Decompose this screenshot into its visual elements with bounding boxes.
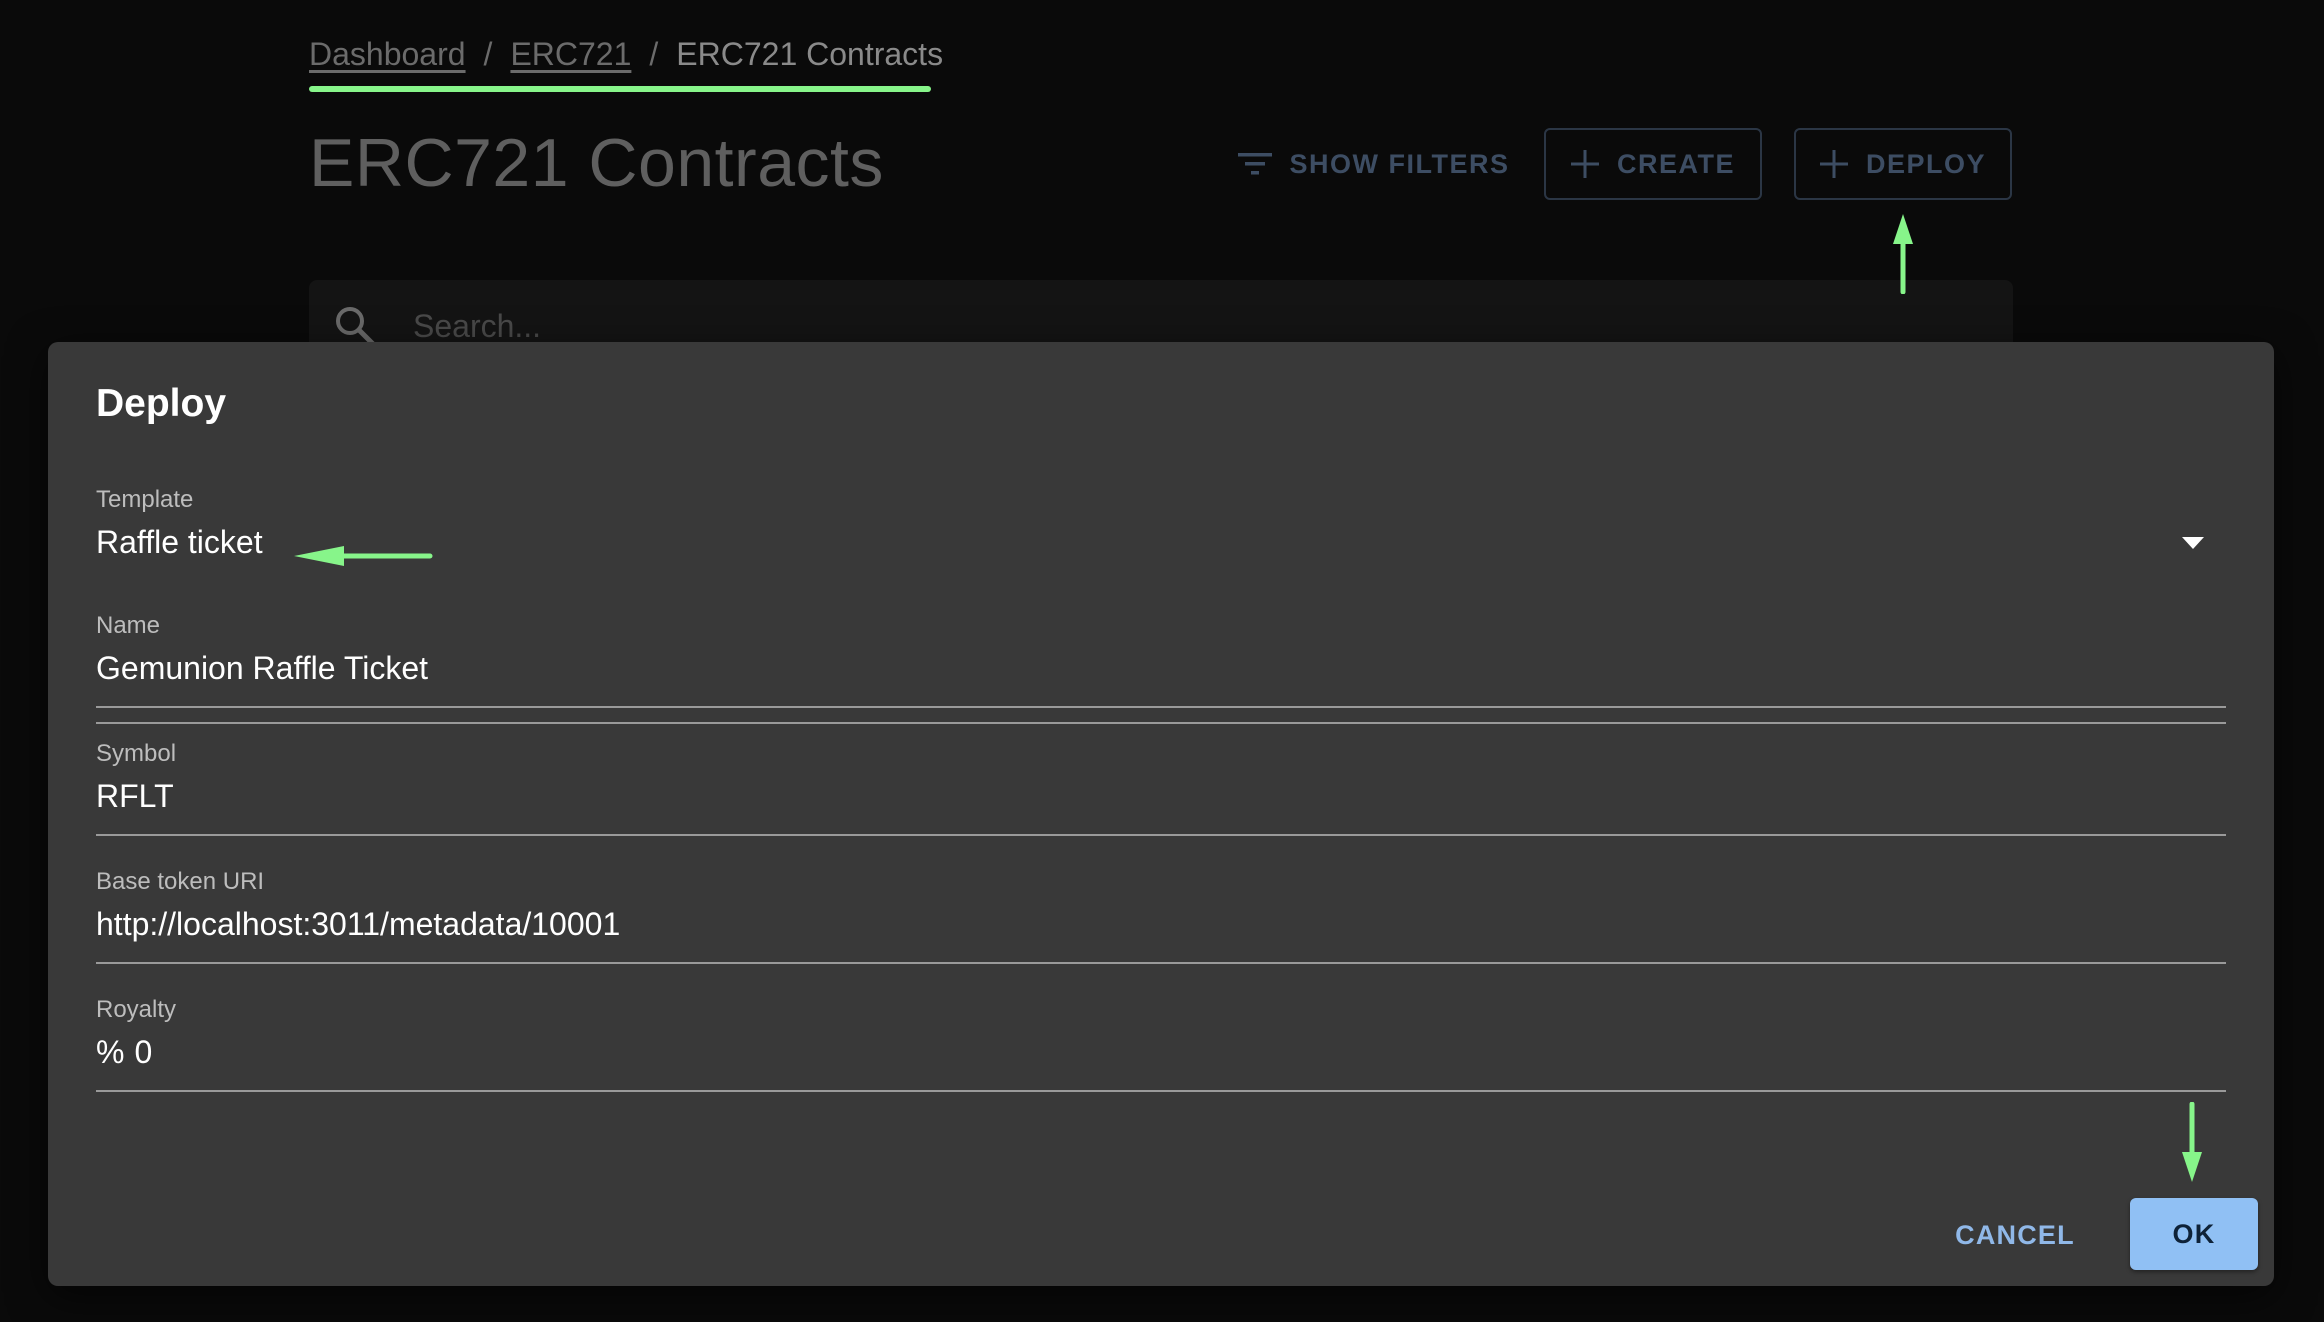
base-token-uri-value[interactable]: http://localhost:3011/metadata/10001 — [96, 906, 2136, 943]
plus-icon — [1570, 150, 1599, 178]
plus-icon — [1819, 150, 1848, 178]
field-underline — [96, 1090, 2226, 1092]
field-underline — [96, 706, 2226, 708]
royalty-percent-prefix: % — [96, 1034, 125, 1070]
field-underline — [96, 834, 2226, 836]
symbol-value[interactable]: RFLT — [96, 778, 2136, 815]
symbol-label: Symbol — [96, 740, 177, 767]
annotation-arrow-left-icon — [294, 546, 433, 566]
base-token-uri-label: Base token URI — [96, 868, 265, 895]
show-filters-button[interactable]: SHOW FILTERS — [1236, 128, 1511, 200]
annotation-arrow-down-icon — [2182, 1102, 2202, 1182]
deploy-button[interactable]: DEPLOY — [1794, 128, 2012, 200]
annotation-arrow-up-icon — [1893, 214, 1913, 294]
field-underline — [96, 962, 2226, 964]
royalty-label: Royalty — [96, 996, 177, 1023]
breadcrumb: Dashboard / ERC721 / ERC721 Contracts — [309, 36, 943, 73]
breadcrumb-highlight — [309, 86, 931, 92]
ok-button[interactable]: OK — [2130, 1198, 2258, 1270]
name-value[interactable]: Gemunion Raffle Ticket — [96, 650, 2136, 687]
deploy-label: DEPLOY — [1865, 148, 1987, 179]
create-button[interactable]: CREATE — [1544, 128, 1762, 200]
base-token-uri-field[interactable]: Base token URI http://localhost:3011/met… — [96, 868, 2226, 968]
template-label: Template — [96, 486, 194, 513]
name-field[interactable]: Name Gemunion Raffle Ticket — [96, 612, 2226, 712]
royalty-input[interactable]: % 0 — [96, 1034, 2136, 1071]
name-label: Name — [96, 612, 161, 639]
deploy-dialog: Deploy Template Raffle ticket Name Gemun… — [48, 342, 2274, 1286]
breadcrumb-separator: / — [483, 36, 493, 72]
dialog-title: Deploy — [96, 382, 227, 425]
breadcrumb-separator: / — [649, 36, 659, 72]
breadcrumb-dashboard-link[interactable]: Dashboard — [309, 36, 466, 73]
page-title: ERC721 Contracts — [309, 125, 884, 201]
royalty-field[interactable]: Royalty % 0 — [96, 996, 2226, 1096]
field-underline — [96, 722, 2226, 724]
dropdown-arrow-icon[interactable] — [2182, 536, 2204, 554]
breadcrumb-erc721-link[interactable]: ERC721 — [510, 36, 631, 73]
show-filters-label: SHOW FILTERS — [1289, 148, 1510, 179]
symbol-field[interactable]: Symbol RFLT — [96, 740, 2226, 840]
filter-icon — [1237, 151, 1272, 177]
cancel-button[interactable]: CANCEL — [1940, 1206, 2090, 1264]
create-label: CREATE — [1616, 148, 1735, 179]
breadcrumb-current: ERC721 Contracts — [676, 36, 944, 72]
royalty-value: 0 — [134, 1034, 153, 1070]
